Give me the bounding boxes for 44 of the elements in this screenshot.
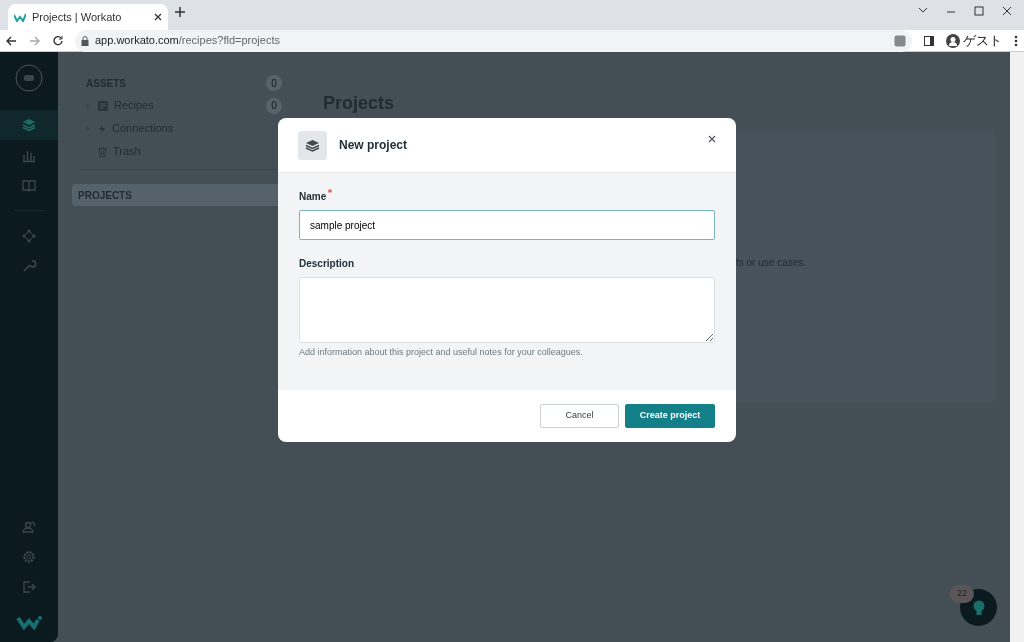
- menu-icon[interactable]: [1014, 34, 1018, 47]
- project-icon: [298, 130, 327, 160]
- close-icon[interactable]: [154, 13, 162, 21]
- help-text: Add information about this project and useful notes for your colleagues.: [299, 346, 584, 359]
- logout-icon[interactable]: [21, 579, 37, 595]
- team-icon[interactable]: [21, 519, 37, 535]
- lightbulb-icon: [971, 598, 986, 617]
- forward-icon[interactable]: [29, 35, 40, 46]
- settings-icon[interactable]: [21, 549, 37, 565]
- avatar-icon: [946, 33, 960, 48]
- new-tab-icon[interactable]: [174, 6, 186, 18]
- create-project-button[interactable]: Create project: [625, 403, 715, 428]
- url-host: app.workato.com: [95, 34, 179, 47]
- network-icon[interactable]: [21, 228, 37, 244]
- lightning-icon: [98, 123, 106, 134]
- tab-search-icon[interactable]: [918, 6, 928, 14]
- back-icon[interactable]: [6, 35, 17, 46]
- lock-icon: [81, 35, 89, 46]
- cancel-button[interactable]: Cancel: [540, 403, 619, 428]
- field-label: Name: [299, 191, 327, 202]
- logo-icon[interactable]: [16, 614, 42, 630]
- wrench-icon[interactable]: [21, 258, 37, 274]
- browser-tab[interactable]: Projects | Workato: [8, 4, 168, 30]
- name-input[interactable]: sample project: [299, 210, 715, 240]
- tab-title: Projects | Workato: [32, 9, 123, 25]
- field-label: Description: [299, 258, 354, 269]
- modal-title: New project: [339, 137, 407, 154]
- maximize-icon[interactable]: [974, 6, 984, 16]
- reload-icon[interactable]: [52, 35, 63, 46]
- count-badge: 0: [266, 75, 282, 91]
- tab-logo-icon: [14, 12, 26, 22]
- close-window-icon[interactable]: [1002, 6, 1012, 16]
- address-bar[interactable]: app.workato.com/recipes?fld=projects: [75, 29, 912, 52]
- count-badge: 0: [266, 97, 282, 114]
- side-panel-icon[interactable]: [924, 35, 934, 46]
- trash-icon: [98, 146, 107, 157]
- profile-button[interactable]: ゲスト: [946, 30, 1002, 51]
- close-icon[interactable]: [708, 135, 716, 143]
- document-icon: [98, 100, 108, 111]
- stack-icon[interactable]: [21, 117, 37, 133]
- book-icon[interactable]: [21, 177, 37, 193]
- url-path: /recipes?fld=projects: [178, 34, 280, 47]
- avatar-icon[interactable]: [15, 64, 43, 92]
- scrollbar[interactable]: [1010, 52, 1024, 642]
